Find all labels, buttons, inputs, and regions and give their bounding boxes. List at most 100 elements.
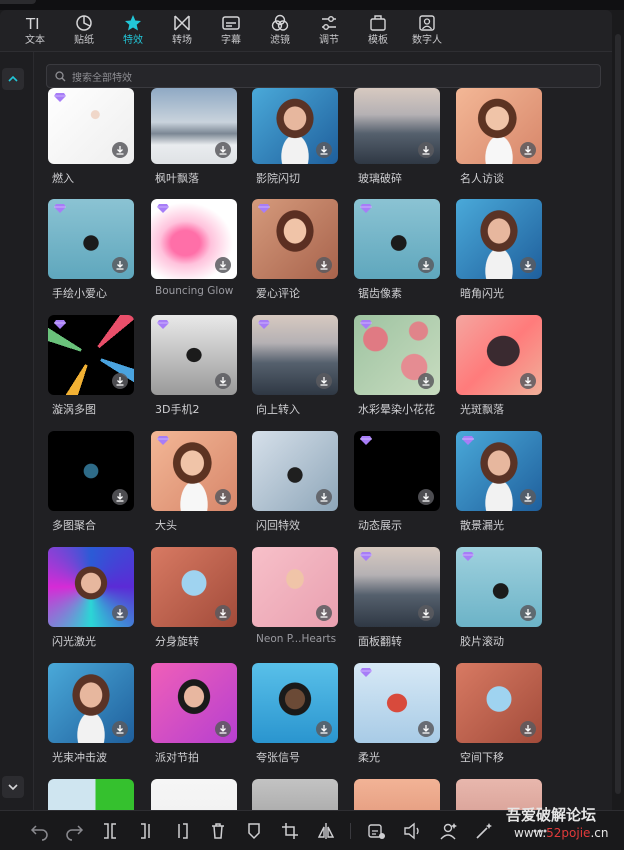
download-icon[interactable] xyxy=(112,142,128,158)
effect-card[interactable]: 闪回特效 xyxy=(252,431,338,532)
download-icon[interactable] xyxy=(316,489,332,505)
effect-card[interactable]: 柔光 xyxy=(354,663,440,764)
window-tab[interactable] xyxy=(0,0,36,4)
subtitle-icon xyxy=(222,12,240,34)
download-icon[interactable] xyxy=(418,142,434,158)
download-icon[interactable] xyxy=(215,373,231,389)
effect-label: 散景漏光 xyxy=(460,519,504,532)
download-icon[interactable] xyxy=(520,721,536,737)
download-icon[interactable] xyxy=(520,142,536,158)
tab-template[interactable]: 模板 xyxy=(353,12,403,50)
effect-card[interactable]: 夸张信号 xyxy=(252,663,338,764)
effect-card[interactable]: 爱心评论 xyxy=(252,199,338,300)
effect-card[interactable]: 锯齿像素 xyxy=(354,199,440,300)
effect-card[interactable]: 多图聚合 xyxy=(48,431,134,532)
undo-icon[interactable] xyxy=(30,821,50,841)
download-icon[interactable] xyxy=(520,489,536,505)
download-icon[interactable] xyxy=(316,142,332,158)
download-icon[interactable] xyxy=(112,373,128,389)
download-icon[interactable] xyxy=(112,257,128,273)
collapse-down-button[interactable] xyxy=(2,776,24,798)
effect-card[interactable]: 光束冲击波 xyxy=(48,663,134,764)
effect-card[interactable]: 空间下移 xyxy=(456,663,542,764)
effect-card[interactable]: Bouncing Glow xyxy=(151,199,237,297)
speed-icon[interactable] xyxy=(366,821,386,841)
effect-card[interactable]: 向上转入 xyxy=(252,315,338,416)
download-icon[interactable] xyxy=(418,373,434,389)
download-icon[interactable] xyxy=(418,257,434,273)
effect-card[interactable]: 派对节拍 xyxy=(151,663,237,764)
download-icon[interactable] xyxy=(112,605,128,621)
effect-card[interactable]: 散景漏光 xyxy=(456,431,542,532)
premium-diamond-icon xyxy=(258,204,270,213)
download-icon[interactable] xyxy=(112,721,128,737)
download-icon[interactable] xyxy=(215,721,231,737)
split-right-icon[interactable] xyxy=(172,821,192,841)
panel-scrollbar[interactable] xyxy=(612,10,624,810)
download-icon[interactable] xyxy=(316,605,332,621)
watermark-url-prefix: www. xyxy=(514,826,547,840)
person-effect-icon[interactable] xyxy=(438,821,458,841)
crop-icon[interactable] xyxy=(280,821,300,841)
redo-icon[interactable] xyxy=(64,821,84,841)
scrollbar-thumb[interactable] xyxy=(615,34,621,794)
effect-card[interactable]: 闪光激光 xyxy=(48,547,134,648)
download-icon[interactable] xyxy=(316,721,332,737)
toolbar-separator xyxy=(350,823,351,839)
effect-card[interactable]: 动态展示 xyxy=(354,431,440,532)
download-icon[interactable] xyxy=(520,257,536,273)
split-left-icon[interactable] xyxy=(136,821,156,841)
effect-label: 手绘小爱心 xyxy=(52,287,107,300)
download-icon[interactable] xyxy=(316,373,332,389)
effect-card[interactable]: 3D手机2 xyxy=(151,315,237,416)
effect-card[interactable] xyxy=(48,779,134,810)
effect-card[interactable]: 光斑飘落 xyxy=(456,315,542,416)
effect-card[interactable]: 燃入 xyxy=(48,88,134,185)
effect-card[interactable]: 分身旋转 xyxy=(151,547,237,648)
tab-text[interactable]: TI 文本 xyxy=(10,12,60,50)
tab-adjust[interactable]: 调节 xyxy=(304,12,354,50)
effect-card[interactable]: 水彩晕染小花花 xyxy=(354,315,440,416)
effect-card[interactable]: 漩涡多图 xyxy=(48,315,134,416)
effect-card[interactable] xyxy=(354,779,440,810)
search-input[interactable]: 搜索全部特效 xyxy=(46,64,601,88)
effect-card[interactable]: 暗角闪光 xyxy=(456,199,542,300)
effect-card[interactable]: 面板翻转 xyxy=(354,547,440,648)
effect-card[interactable]: 名人访谈 xyxy=(456,88,542,185)
effect-card[interactable]: 玻璃破碎 xyxy=(354,88,440,185)
marker-icon[interactable] xyxy=(244,821,264,841)
magic-icon[interactable] xyxy=(474,821,494,841)
tab-effects[interactable]: 特效 xyxy=(108,12,158,50)
download-icon[interactable] xyxy=(215,605,231,621)
download-icon[interactable] xyxy=(418,489,434,505)
download-icon[interactable] xyxy=(316,257,332,273)
mirror-icon[interactable] xyxy=(316,821,336,841)
download-icon[interactable] xyxy=(520,605,536,621)
effect-card[interactable]: Neon P...Hearts xyxy=(252,547,338,645)
tab-digital-human[interactable]: 数字人 xyxy=(402,12,452,50)
effect-card[interactable]: 手绘小爱心 xyxy=(48,199,134,300)
download-icon[interactable] xyxy=(520,373,536,389)
tab-filter[interactable]: 滤镜 xyxy=(255,12,305,50)
download-icon[interactable] xyxy=(418,721,434,737)
download-icon[interactable] xyxy=(215,489,231,505)
download-icon[interactable] xyxy=(112,489,128,505)
download-icon[interactable] xyxy=(215,142,231,158)
effect-card[interactable] xyxy=(252,779,338,810)
download-icon[interactable] xyxy=(418,605,434,621)
effect-thumbnail xyxy=(354,199,440,279)
audio-icon[interactable] xyxy=(402,821,422,841)
download-icon[interactable] xyxy=(215,257,231,273)
tab-sticker[interactable]: 贴纸 xyxy=(59,12,109,50)
effect-card[interactable]: 大头 xyxy=(151,431,237,532)
split-icon[interactable] xyxy=(100,821,120,841)
effect-card[interactable]: 枫叶飘落 xyxy=(151,88,237,185)
tab-label: 调节 xyxy=(319,35,339,46)
tab-subtitle[interactable]: 字幕 xyxy=(206,12,256,50)
tab-transition[interactable]: 转场 xyxy=(157,12,207,50)
collapse-up-button[interactable] xyxy=(2,68,24,90)
effect-card[interactable]: 影院闪切 xyxy=(252,88,338,185)
delete-icon[interactable] xyxy=(208,821,228,841)
effect-card[interactable]: 胶片滚动 xyxy=(456,547,542,648)
effect-card[interactable] xyxy=(151,779,237,810)
